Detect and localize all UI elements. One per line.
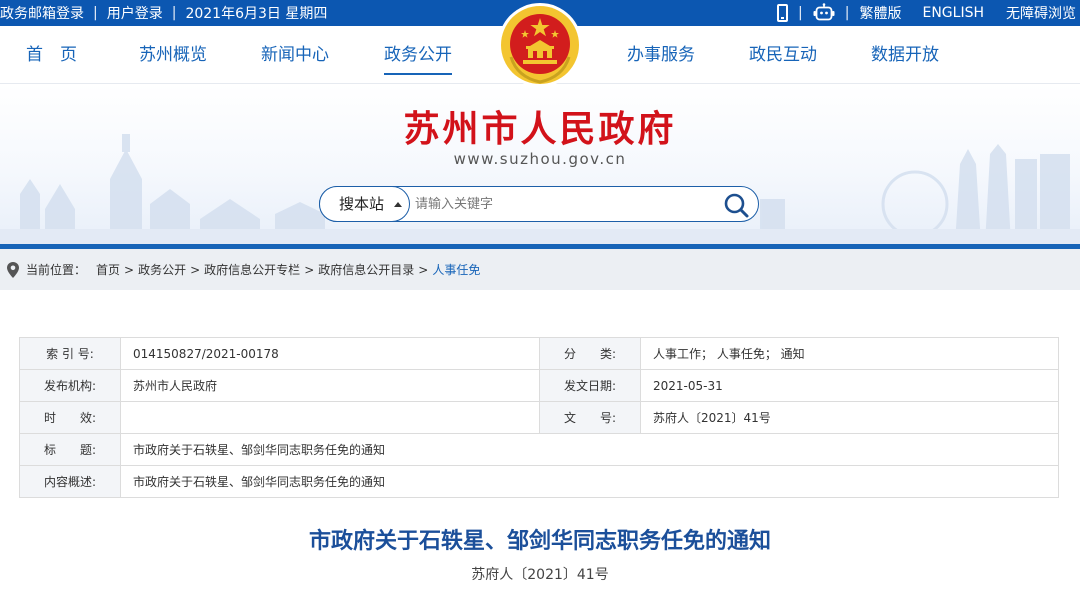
document-number-value: 苏府人〔2021〕41号 — [640, 401, 1059, 434]
table-row: 索 引 号: 014150827/2021-00178 分 类: 人事工作； 人… — [19, 337, 1059, 370]
breadcrumb-separator: > — [418, 262, 429, 277]
top-bar-left: 政务邮箱登录 | 用户登录 | 2021年6月3日 星期四 — [0, 0, 327, 26]
mobile-icon[interactable] — [777, 4, 789, 22]
issue-date-label: 发文日期: — [539, 369, 641, 402]
breadcrumb-info-column[interactable]: 政府信息公开专栏 — [204, 261, 300, 278]
divider: | — [171, 5, 177, 21]
table-row: 发布机构: 苏州市人民政府 发文日期: 2021-05-31 — [19, 369, 1059, 402]
title-label: 标 题: — [19, 433, 121, 466]
search-icon[interactable] — [722, 191, 750, 219]
search-input[interactable] — [415, 192, 715, 216]
site-title: 苏州市人民政府 — [403, 108, 677, 150]
table-row: 内容概述: 市政府关于石轶星、邹剑华同志职务任免的通知 — [19, 465, 1059, 498]
breadcrumb-separator: > — [190, 262, 201, 277]
index-number-value: 014150827/2021-00178 — [120, 337, 540, 370]
traditional-chinese-link[interactable]: 繁體版 — [859, 3, 901, 23]
breadcrumb-separator: > — [124, 262, 135, 277]
english-link[interactable]: ENGLISH — [922, 5, 984, 21]
document-number: 苏府人〔2021〕41号 — [471, 567, 609, 583]
document-info-table: 索 引 号: 014150827/2021-00178 分 类: 人事工作； 人… — [19, 337, 1059, 498]
search-scope-label: 搜本站 — [339, 195, 385, 213]
nav-interaction[interactable]: 政民互动 — [749, 26, 817, 84]
summary-label: 内容概述: — [19, 465, 121, 498]
breadcrumb-current[interactable]: 人事任免 — [432, 261, 480, 278]
title-value: 市政府关于石轶星、邹剑华同志职务任免的通知 — [120, 433, 1059, 466]
nav-home[interactable]: 首 页 — [26, 26, 77, 84]
issuer-label: 发布机构: — [19, 369, 121, 402]
divider: | — [798, 5, 803, 21]
breadcrumb-separator: > — [304, 262, 315, 277]
breadcrumb: 当前位置： 首页 > 政务公开 > 政府信息公开专栏 > 政府信息公开目录 > … — [0, 249, 1080, 290]
divider: | — [93, 5, 98, 21]
index-number-label: 索 引 号: — [19, 337, 121, 370]
search-box: 搜本站 — [319, 186, 759, 222]
top-bar-right: | | 繁體版 ENGLISH 无障碍浏览 — [777, 0, 1076, 26]
search-scope-dropdown[interactable]: 搜本站 — [319, 186, 410, 222]
page: 政务邮箱登录 | 用户登录 | 2021年6月3日 星期四 | | 繁體版 EN… — [0, 0, 1080, 593]
user-login-link[interactable]: 用户登录 — [107, 3, 163, 23]
breadcrumb-home[interactable]: 首页 — [96, 261, 120, 278]
robot-icon[interactable] — [813, 3, 835, 23]
site-url: www.suzhou.gov.cn — [453, 150, 627, 168]
category-value: 人事工作； 人事任免； 通知 — [640, 337, 1059, 370]
breadcrumb-info-catalog[interactable]: 政府信息公开目录 — [318, 261, 414, 278]
breadcrumb-government-affairs[interactable]: 政务公开 — [138, 261, 186, 278]
issuer-value: 苏州市人民政府 — [120, 369, 540, 402]
validity-label: 时 效: — [19, 401, 121, 434]
table-row: 标 题: 市政府关于石轶星、邹剑华同志职务任免的通知 — [19, 433, 1059, 466]
breadcrumb-label: 当前位置： — [26, 263, 87, 277]
nav-open-data[interactable]: 数据开放 — [871, 26, 939, 84]
summary-value: 市政府关于石轶星、邹剑华同志职务任免的通知 — [120, 465, 1059, 498]
table-row: 时 效: 文 号: 苏府人〔2021〕41号 — [19, 401, 1059, 434]
location-pin-icon — [7, 261, 19, 278]
document-title: 市政府关于石轶星、邹剑华同志职务任免的通知 — [308, 529, 771, 554]
current-date: 2021年6月3日 星期四 — [185, 6, 328, 22]
issue-date-value: 2021-05-31 — [640, 369, 1059, 402]
validity-value — [120, 401, 540, 434]
caret-up-icon — [394, 202, 402, 207]
email-login-link[interactable]: 政务邮箱登录 — [0, 3, 84, 23]
document-number-label: 文 号: — [539, 401, 641, 434]
nav-suzhou-overview[interactable]: 苏州概览 — [139, 26, 207, 84]
nav-news-center[interactable]: 新闻中心 — [261, 26, 329, 84]
divider: | — [844, 5, 850, 21]
category-label: 分 类: — [539, 337, 641, 370]
accessible-browsing-link[interactable]: 无障碍浏览 — [1006, 3, 1076, 23]
nav-government-affairs[interactable]: 政务公开 — [384, 26, 452, 84]
national-emblem-icon — [498, 3, 582, 87]
nav-services[interactable]: 办事服务 — [627, 26, 695, 84]
nav-active-indicator — [384, 73, 452, 75]
